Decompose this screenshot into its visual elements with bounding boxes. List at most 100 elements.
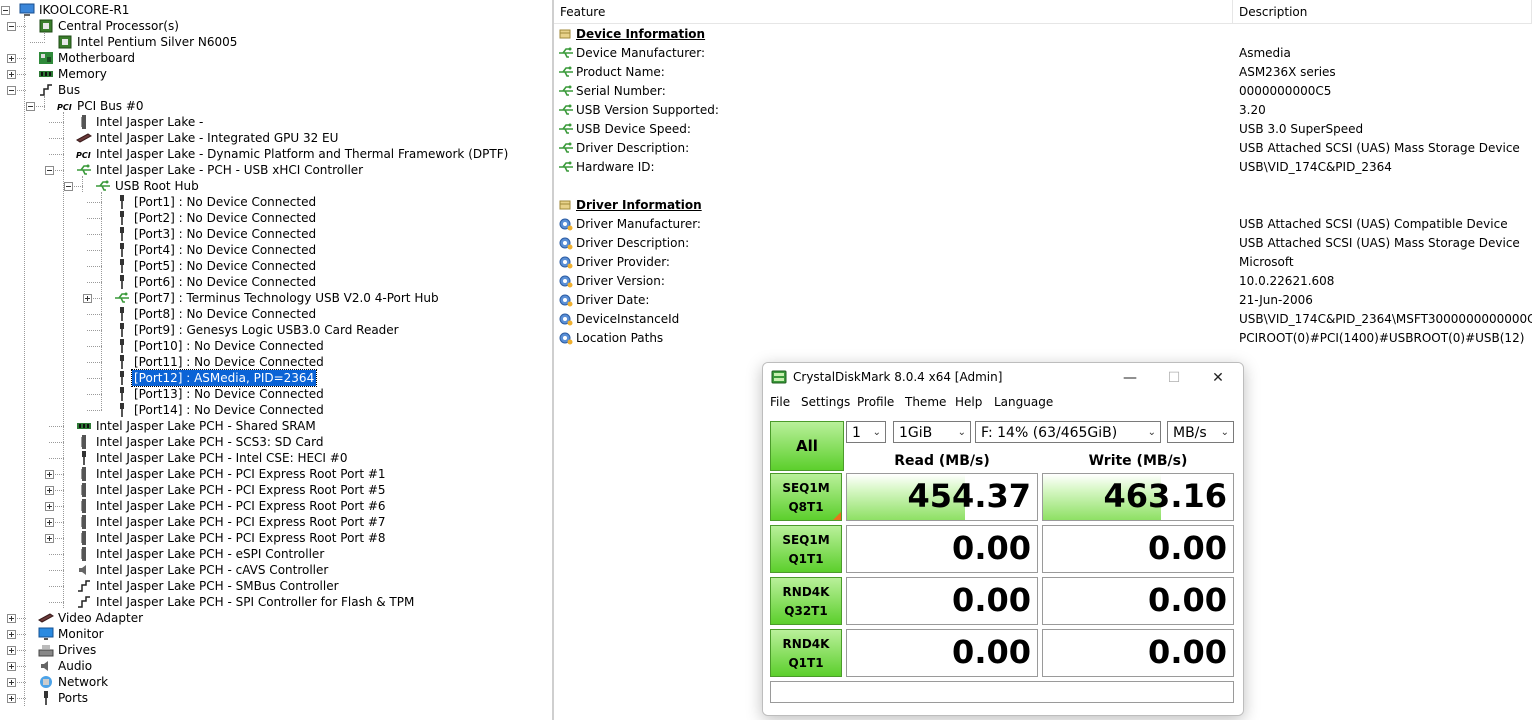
tree-node[interactable]: Monitor — [0, 626, 550, 642]
tree-node-label[interactable]: [Port11] : No Device Connected — [134, 354, 324, 370]
property-row[interactable]: Driver Date: 21-Jun-2006 — [554, 291, 1532, 310]
property-row[interactable]: Driver Manufacturer: USB Attached SCSI (U… — [554, 215, 1532, 234]
minimize-button[interactable]: — — [1107, 363, 1153, 393]
tree-node[interactable]: Motherboard — [0, 50, 550, 66]
expand-icon[interactable] — [7, 70, 16, 79]
menu-settings[interactable]: Settings — [801, 395, 850, 409]
property-row[interactable]: Driver Provider: Microsoft — [554, 253, 1532, 272]
tree-node[interactable]: [Port3] : No Device Connected — [0, 226, 550, 242]
expand-icon[interactable] — [45, 470, 54, 479]
expand-icon[interactable] — [7, 678, 16, 687]
tree-node[interactable]: Intel Jasper Lake PCH - PCI Express Root… — [0, 466, 550, 482]
close-button[interactable]: ✕ — [1195, 363, 1241, 393]
tree-node-label-selected[interactable]: [Port12] : ASMedia, PID=2364 — [130, 369, 318, 387]
tree-node[interactable]: [Port13] : No Device Connected — [0, 386, 550, 402]
property-row[interactable]: Device Manufacturer: Asmedia — [554, 44, 1532, 63]
tree-node[interactable]: Ports — [0, 690, 550, 706]
tree-node[interactable]: Intel Jasper Lake - — [0, 114, 550, 130]
tree-node[interactable]: PCI PCI Bus #0 — [0, 98, 550, 114]
menu-language[interactable]: Language — [994, 395, 1053, 409]
property-row[interactable]: USB Device Speed: USB 3.0 SuperSpeed — [554, 120, 1532, 139]
expand-icon[interactable] — [7, 662, 16, 671]
test-size-select[interactable]: 1GiB ⌄ — [893, 421, 971, 443]
tree-node[interactable]: Intel Jasper Lake PCH - PCI Express Root… — [0, 530, 550, 546]
tree-node[interactable]: [Port11] : No Device Connected — [0, 354, 550, 370]
tree-node-label[interactable]: Intel Jasper Lake PCH - PCI Express Root… — [96, 466, 386, 482]
collapse-icon[interactable] — [7, 86, 16, 95]
tree-node-label[interactable]: Intel Jasper Lake PCH - PCI Express Root… — [96, 530, 386, 546]
tree-node-label[interactable]: IKOOLCORE-R1 — [39, 2, 129, 18]
tree-node-label[interactable]: Network — [58, 674, 108, 690]
tree-node[interactable]: [Port9] : Genesys Logic USB3.0 Card Read… — [0, 322, 550, 338]
property-row[interactable]: DeviceInstanceId USB\VID_174C&PID_2364\MS… — [554, 310, 1532, 329]
tree-node[interactable]: [Port7] : Terminus Technology USB V2.0 4… — [0, 290, 550, 306]
tree-node-label[interactable]: Intel Jasper Lake PCH - PCI Express Root… — [96, 498, 386, 514]
tree-node-label[interactable]: Intel Jasper Lake - Integrated GPU 32 EU — [96, 130, 338, 146]
tree-node-label[interactable]: Intel Jasper Lake PCH - PCI Express Root… — [96, 482, 386, 498]
tree-node[interactable]: Bus — [0, 82, 550, 98]
tree-node-label[interactable]: [Port1] : No Device Connected — [134, 194, 316, 210]
tree-node-label[interactable]: Intel Jasper Lake PCH - Intel CSE: HECI … — [96, 450, 347, 466]
unit-select[interactable]: MB/s ⌄ — [1167, 421, 1234, 443]
title-bar[interactable]: CrystalDiskMark 8.0.4 x64 [Admin] — ☐ ✕ — [763, 363, 1243, 393]
tree-node[interactable]: [Port2] : No Device Connected — [0, 210, 550, 226]
tree-node-label[interactable]: USB Root Hub — [115, 178, 199, 194]
tree-node-label[interactable]: Drives — [58, 642, 96, 658]
property-section[interactable]: Driver Information — [554, 196, 1532, 215]
tree-node[interactable]: [Port14] : No Device Connected — [0, 402, 550, 418]
tree-node-label[interactable]: [Port5] : No Device Connected — [134, 258, 316, 274]
property-row[interactable]: Driver Description: USB Attached SCSI (UA… — [554, 139, 1532, 158]
tree-node-label[interactable]: Intel Jasper Lake PCH - SCS3: SD Card — [96, 434, 323, 450]
tree-node[interactable]: Intel Jasper Lake PCH - SCS3: SD Card — [0, 434, 550, 450]
tree-node-label[interactable]: [Port9] : Genesys Logic USB3.0 Card Read… — [134, 322, 399, 338]
tree-node-label[interactable]: Bus — [58, 82, 80, 98]
tree-node-label[interactable]: [Port2] : No Device Connected — [134, 210, 316, 226]
tree-node[interactable]: [Port1] : No Device Connected — [0, 194, 550, 210]
tree-node[interactable]: PCI Intel Jasper Lake - Dynamic Platform … — [0, 146, 550, 162]
tree-node[interactable]: Drives — [0, 642, 550, 658]
run-all-button[interactable]: All — [770, 421, 844, 471]
property-row[interactable]: Product Name: ASM236X series — [554, 63, 1532, 82]
expand-icon[interactable] — [7, 646, 16, 655]
menu-file[interactable]: File — [770, 395, 790, 409]
tree-node-label[interactable]: Intel Jasper Lake PCH - eSPI Controller — [96, 546, 324, 562]
tree-node-label[interactable]: Audio — [58, 658, 92, 674]
collapse-icon[interactable] — [1, 6, 10, 15]
test-button[interactable]: SEQ1M Q8T1 — [770, 473, 842, 521]
tree-node-label[interactable]: [Port13] : No Device Connected — [134, 386, 324, 402]
tree-node-label[interactable]: Memory — [58, 66, 107, 82]
tree-node-label[interactable]: Motherboard — [58, 50, 135, 66]
tree-node-label[interactable]: Intel Jasper Lake - PCH - USB xHCI Contr… — [96, 162, 363, 178]
tree-node[interactable]: [Port8] : No Device Connected — [0, 306, 550, 322]
expand-icon[interactable] — [45, 518, 54, 527]
crystaldiskmark-window[interactable]: CrystalDiskMark 8.0.4 x64 [Admin] — ☐ ✕ … — [762, 362, 1244, 716]
expand-icon[interactable] — [45, 502, 54, 511]
feature-column-header[interactable]: Feature — [554, 0, 1233, 24]
tree-node-label[interactable]: Monitor — [58, 626, 104, 642]
tree-node[interactable]: [Port12] : ASMedia, PID=2364 — [0, 369, 550, 387]
collapse-icon[interactable] — [64, 182, 73, 191]
tree-node-label[interactable]: Central Processor(s) — [58, 18, 179, 34]
tree-node-label[interactable]: [Port3] : No Device Connected — [134, 226, 316, 242]
tree-node-label[interactable]: [Port7] : Terminus Technology USB V2.0 4… — [134, 290, 439, 306]
tree-node[interactable]: Intel Jasper Lake PCH - PCI Express Root… — [0, 514, 550, 530]
tree-node[interactable]: Intel Jasper Lake PCH - SMBus Controller — [0, 578, 550, 594]
tree-node-label[interactable]: PCI Bus #0 — [77, 98, 144, 114]
test-button[interactable]: RND4K Q1T1 — [770, 629, 842, 677]
property-row[interactable]: Location Paths PCIROOT(0)#PCI(1400)#USBRO… — [554, 329, 1532, 348]
tree-node[interactable]: Intel Jasper Lake PCH - Shared SRAM — [0, 418, 550, 434]
expand-icon[interactable] — [45, 486, 54, 495]
comment-field[interactable] — [770, 681, 1234, 703]
tree-node-label[interactable]: Intel Jasper Lake PCH - PCI Express Root… — [96, 514, 386, 530]
tree-node[interactable]: Intel Jasper Lake PCH - PCI Express Root… — [0, 498, 550, 514]
tree-node[interactable]: [Port6] : No Device Connected — [0, 274, 550, 290]
property-row[interactable]: Driver Description: USB Attached SCSI (UA… — [554, 234, 1532, 253]
tree-node-label[interactable]: [Port10] : No Device Connected — [134, 338, 324, 354]
expand-icon[interactable] — [45, 534, 54, 543]
tree-node-label[interactable]: Intel Jasper Lake PCH - SPI Controller f… — [96, 594, 414, 610]
tree-node-label[interactable]: Intel Pentium Silver N6005 — [77, 34, 237, 50]
tree-node[interactable]: Video Adapter — [0, 610, 550, 626]
expand-icon[interactable] — [7, 614, 16, 623]
tree-node-label[interactable]: Ports — [58, 690, 88, 706]
tree-node-label[interactable]: [Port8] : No Device Connected — [134, 306, 316, 322]
